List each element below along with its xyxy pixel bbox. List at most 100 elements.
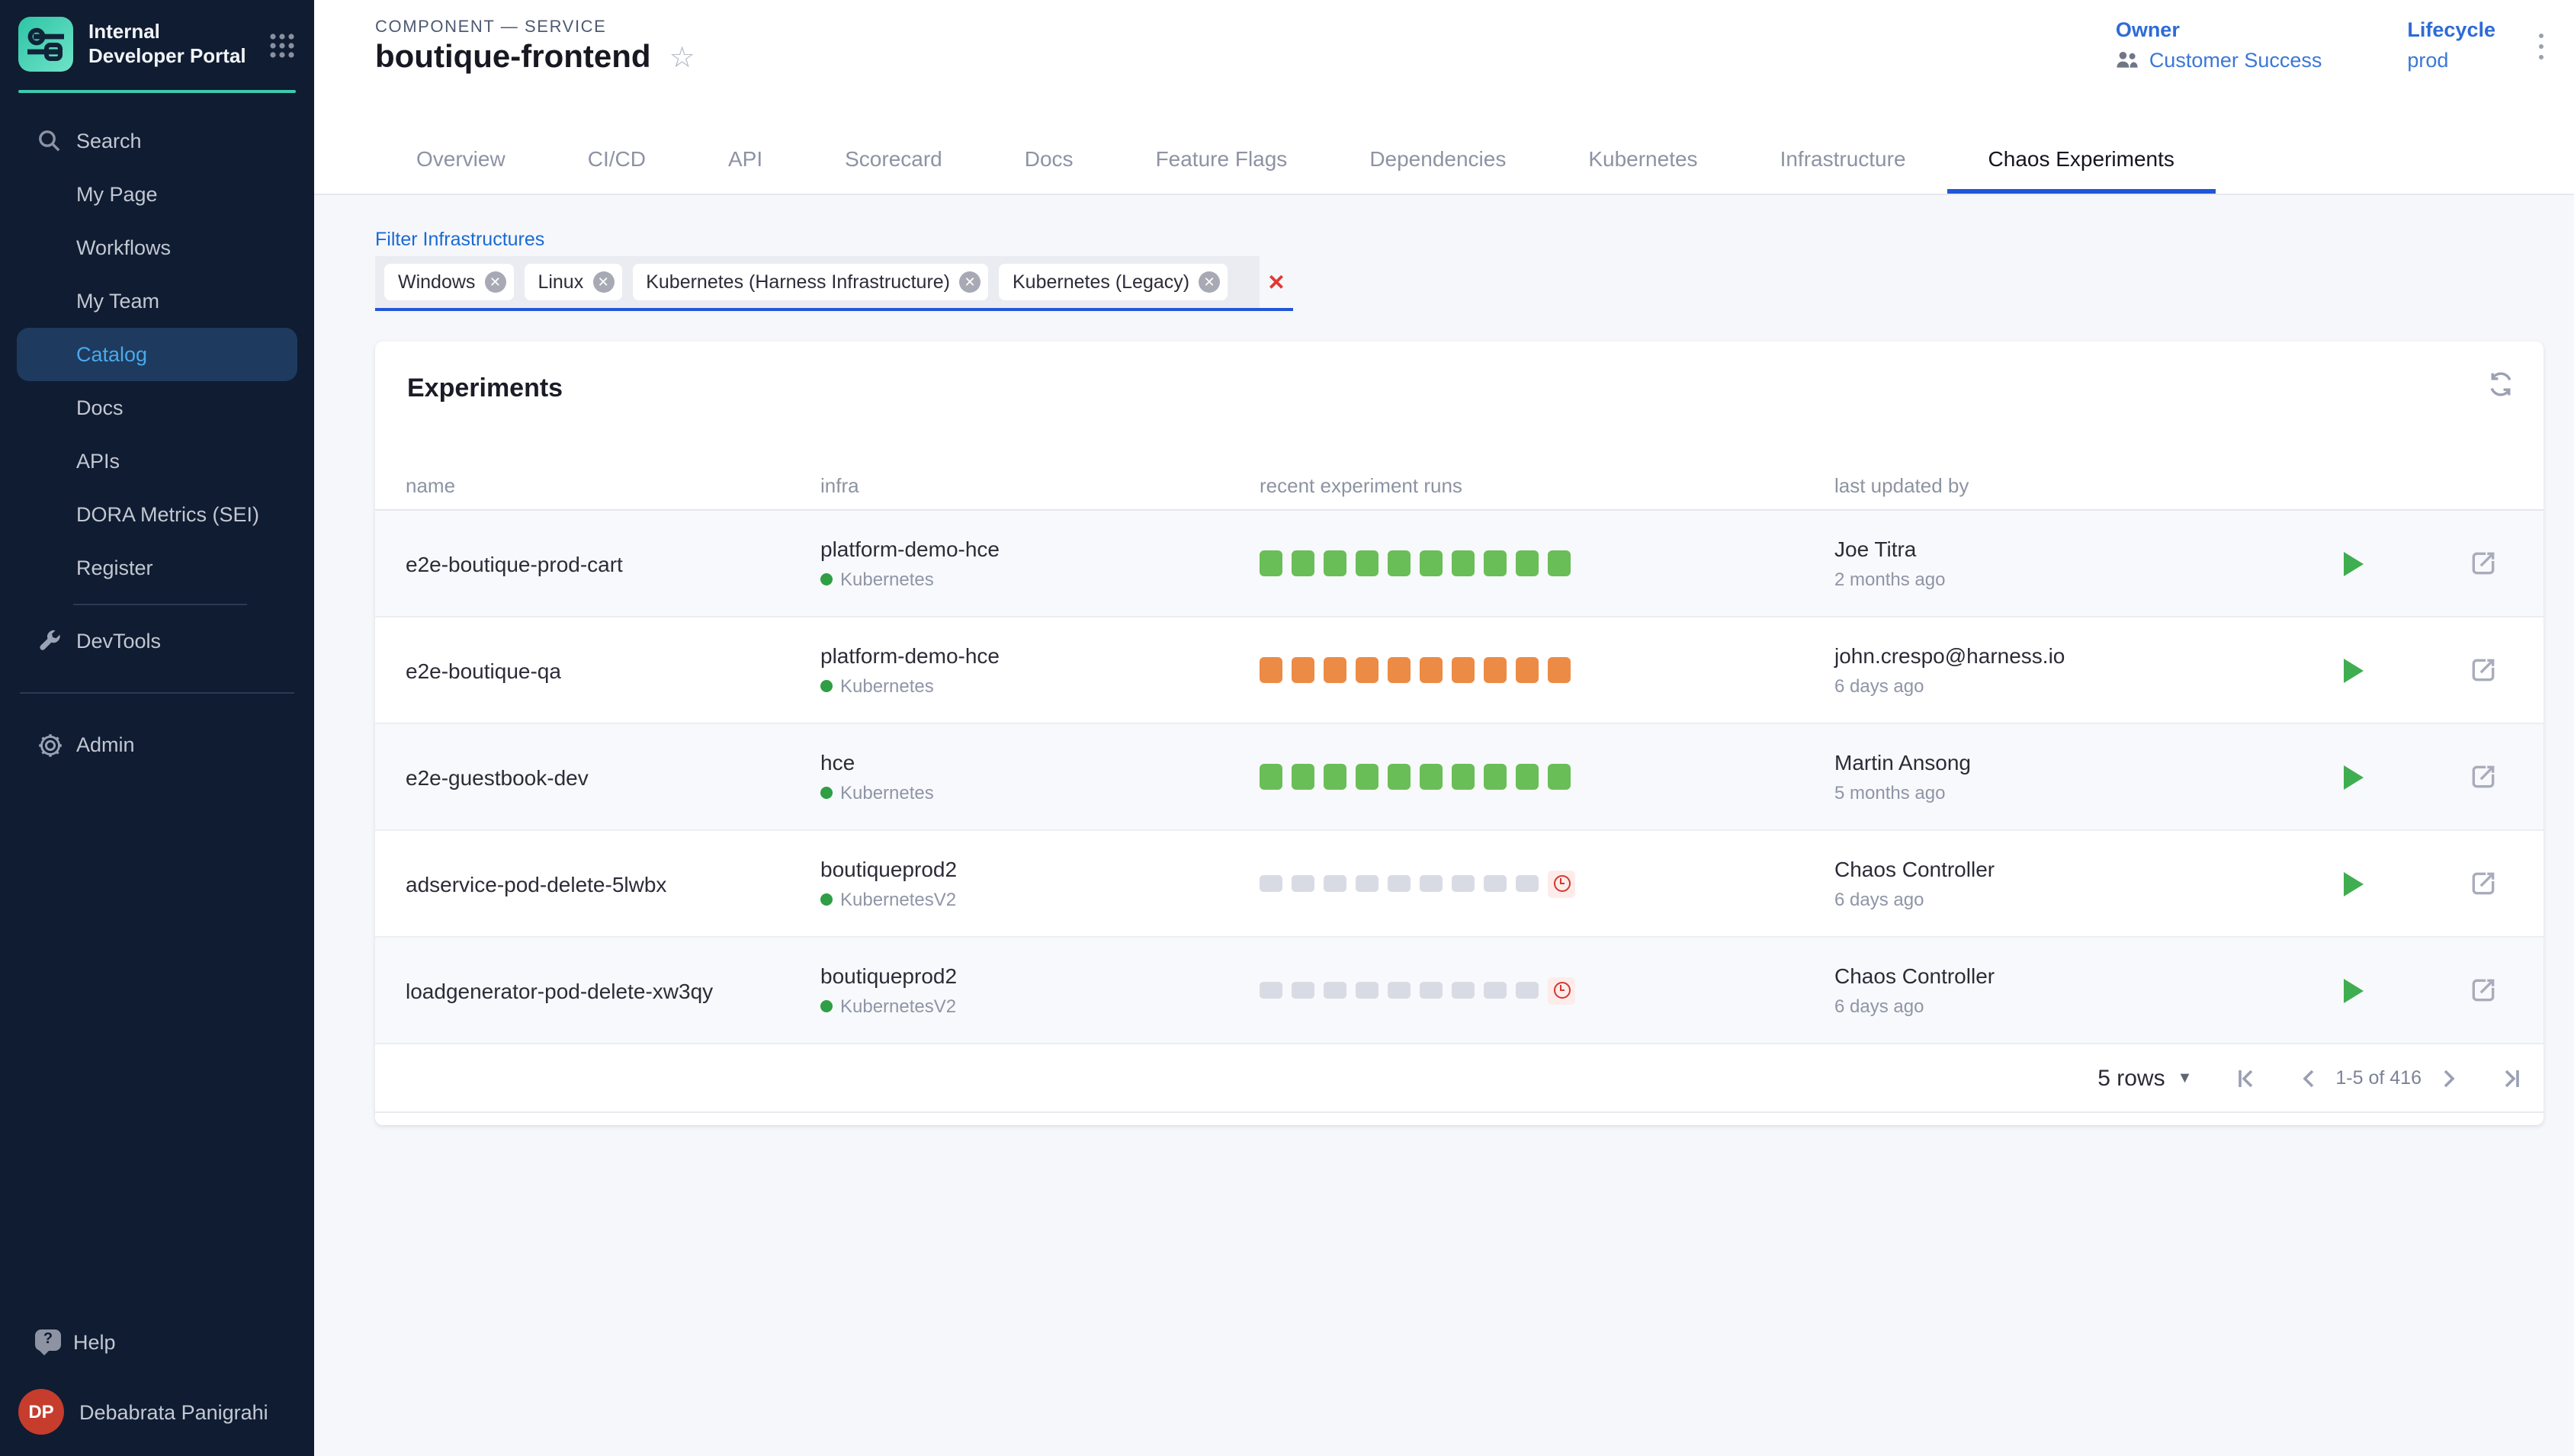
sidebar-item-search[interactable]: Search [0,114,314,168]
chip-close-icon[interactable]: ✕ [484,271,505,293]
tab-api[interactable]: API [687,127,804,194]
sidebar-item-workflows[interactable]: Workflows [0,221,314,274]
tab-docs[interactable]: Docs [984,127,1115,194]
gear-icon [37,731,64,758]
experiment-name: loadgenerator-pod-delete-xw3qy [406,978,820,1002]
owner-value-link[interactable]: Customer Success [2149,49,2322,72]
chip-close-icon[interactable]: ✕ [592,271,614,293]
pagination: 5 rows ▼ 1-5 of 416 [375,1044,2544,1113]
tab-chaos-experiments[interactable]: Chaos Experiments [1947,127,2216,194]
first-page-icon[interactable] [2232,1065,2258,1091]
tab-infrastructure[interactable]: Infrastructure [1739,127,1947,194]
users-icon [2116,50,2140,70]
recent-runs[interactable] [1260,977,1834,1004]
run-experiment-button[interactable] [2344,765,2364,789]
column-header-name: name [406,474,820,497]
prev-page-icon[interactable] [2297,1066,2320,1089]
table-header: name infra recent experiment runs last u… [375,462,2544,511]
sidebar-item-devtools[interactable]: DevTools [0,614,314,668]
filter-infrastructures-link[interactable]: Filter Infrastructures [375,229,544,250]
infra-name: boutiqueprod2 [820,857,1260,881]
open-experiment-icon[interactable] [2469,869,2498,898]
filter-chip: Linux ✕ [524,264,621,300]
sidebar-divider [20,692,294,694]
open-experiment-icon[interactable] [2469,762,2498,791]
card-title: Experiments [375,342,2544,404]
recent-runs[interactable] [1260,657,1834,683]
updated-by: Chaos Controller [1834,964,2295,988]
tab-content: Filter Infrastructures Windows ✕ Linux ✕… [314,195,2574,1456]
rows-per-page-select[interactable]: 5 rows ▼ [2097,1065,2192,1091]
infra-type: Kubernetes [840,782,934,803]
sidebar-item-docs[interactable]: Docs [0,381,314,435]
infra-type: Kubernetes [840,569,934,590]
run-experiment-button[interactable] [2344,871,2364,896]
filter-input[interactable]: Windows ✕ Linux ✕ Kubernetes (Harness In… [375,256,1293,311]
entity-meta: Owner Custo [2116,18,2553,72]
lifecycle-label: Lifecycle [2407,18,2495,41]
status-dot [820,893,833,906]
sidebar-item-register[interactable]: Register [0,541,314,595]
app-logo-glyph [18,17,73,72]
updated-by: Chaos Controller [1834,857,2295,881]
tab-feature-flags[interactable]: Feature Flags [1115,127,1329,194]
kebab-menu-icon[interactable] [2538,30,2544,63]
owner-block: Owner Custo [2116,18,2322,72]
recent-runs[interactable] [1260,764,1834,790]
last-page-icon[interactable] [2499,1065,2525,1091]
updated-by: Martin Ansong [1834,750,2295,775]
chip-close-icon[interactable]: ✕ [1199,271,1220,293]
clear-filter-icon[interactable]: ✕ [1260,256,1293,308]
table-row: adservice-pod-delete-5lwbx boutiqueprod2… [375,831,2544,938]
open-experiment-icon[interactable] [2469,656,2498,685]
owner-label: Owner [2116,18,2322,41]
tab-dependencies[interactable]: Dependencies [1328,127,1547,194]
sidebar-item-dora-metrics[interactable]: DORA Metrics (SEI) [0,488,314,541]
next-page-icon[interactable] [2437,1066,2460,1089]
help-button[interactable]: ? Help [0,1316,314,1368]
page-range: 1-5 of 416 [2335,1067,2422,1089]
recent-runs[interactable] [1260,550,1834,576]
sidebar-item-label: My Page [76,183,158,206]
sidebar-item-admin[interactable]: Admin [0,718,314,771]
chip-close-icon[interactable]: ✕ [959,271,980,293]
sidebar-item-apis[interactable]: APIs [0,435,314,488]
refresh-icon[interactable] [2486,369,2516,407]
sidebar-item-catalog[interactable]: Catalog [17,328,297,381]
infra-name: boutiqueprod2 [820,964,1260,988]
open-experiment-icon[interactable] [2469,976,2498,1005]
run-experiment-button[interactable] [2344,551,2364,576]
table-row: loadgenerator-pod-delete-xw3qy boutiquep… [375,938,2544,1044]
user-menu[interactable]: DP Debabrata Panigrahi [18,1389,296,1435]
lifecycle-block: Lifecycle prod [2407,18,2495,72]
entity-header: COMPONENT — SERVICE boutique-frontend ☆ … [314,0,2574,195]
tab-cicd[interactable]: CI/CD [547,127,687,194]
recent-runs[interactable] [1260,870,1834,897]
open-experiment-icon[interactable] [2469,549,2498,578]
apps-grid-icon[interactable] [268,32,296,59]
updated-at: 6 days ago [1834,675,2295,697]
sidebar-item-label: Catalog [76,343,147,366]
tab-kubernetes[interactable]: Kubernetes [1547,127,1738,194]
infra-type: KubernetesV2 [840,996,956,1017]
app-root: Internal Developer Portal Search My Page [0,0,2574,1456]
tab-scorecard[interactable]: Scorecard [804,127,984,194]
rows-per-page-value: 5 rows [2097,1065,2165,1091]
experiment-name: e2e-boutique-qa [406,658,820,682]
run-experiment-button[interactable] [2344,978,2364,1002]
sidebar-item-label: DORA Metrics (SEI) [76,503,259,526]
updated-at: 6 days ago [1834,889,2295,910]
wrench-icon [37,628,63,654]
sidebar-item-my-page[interactable]: My Page [0,168,314,221]
table-row: e2e-boutique-prod-cart platform-demo-hce… [375,511,2544,617]
help-chat-icon: ? [35,1329,61,1351]
filter-chipbox[interactable]: Windows ✕ Linux ✕ Kubernetes (Harness In… [375,256,1260,308]
run-experiment-button[interactable] [2344,658,2364,682]
sidebar-item-my-team[interactable]: My Team [0,274,314,328]
sidebar-divider [73,604,247,605]
tab-overview[interactable]: Overview [375,127,547,194]
infra-type: Kubernetes [840,675,934,697]
app-logo [18,17,73,72]
star-icon[interactable]: ☆ [669,42,695,74]
experiment-name: e2e-guestbook-dev [406,765,820,789]
